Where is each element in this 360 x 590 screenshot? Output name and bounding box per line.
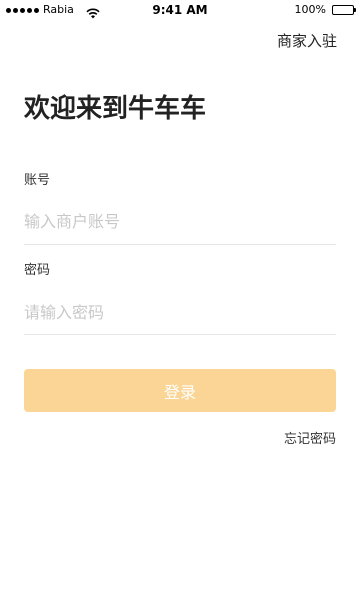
status-bar: Rabia 9:41 AM 100% bbox=[0, 0, 360, 22]
password-input[interactable] bbox=[24, 298, 336, 326]
account-divider bbox=[24, 244, 336, 245]
page-title: 欢迎来到牛车车 bbox=[24, 94, 207, 124]
password-label: 密码 bbox=[24, 263, 51, 278]
account-label: 账号 bbox=[24, 173, 51, 188]
merchant-signup-link[interactable]: 商家入驻 bbox=[277, 31, 337, 51]
password-divider bbox=[24, 334, 336, 335]
forgot-password-link[interactable]: 忘记密码 bbox=[284, 431, 336, 449]
login-button[interactable]: 登录 bbox=[24, 369, 336, 412]
account-input[interactable] bbox=[24, 207, 336, 235]
battery-icon bbox=[332, 5, 356, 15]
battery-percentage: 100% bbox=[294, 3, 326, 16]
